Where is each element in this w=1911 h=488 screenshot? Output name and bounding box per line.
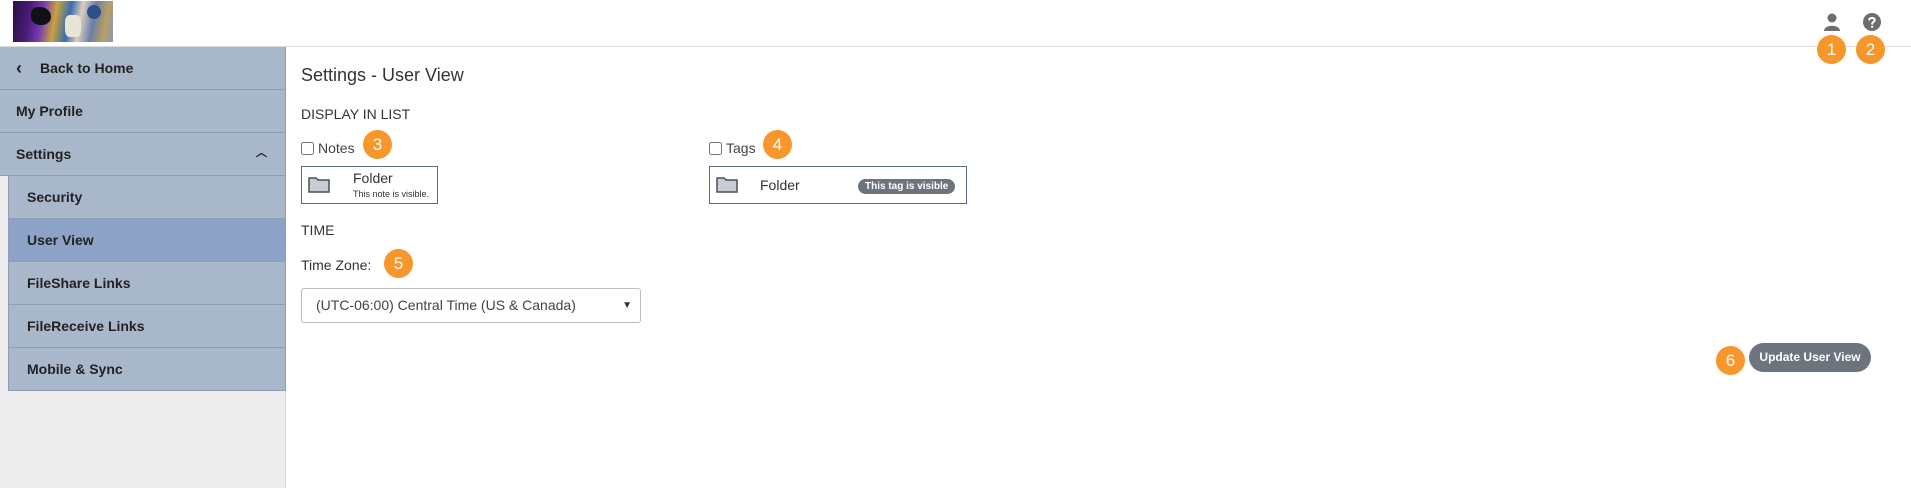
annotation-badge-6: 6 (1716, 346, 1745, 375)
tags-option[interactable]: Tags (709, 140, 756, 156)
timezone-select[interactable]: (UTC-06:00) Central Time (US & Canada) ▼ (301, 288, 641, 323)
notes-preview-note: This note is visible. (353, 189, 430, 199)
tags-checkbox[interactable] (709, 141, 722, 155)
sidebar-item-label: FileShare Links (27, 275, 131, 291)
chevron-left-icon: ‹ (16, 58, 22, 78)
help-icon[interactable] (1862, 12, 1882, 32)
update-user-view-button[interactable]: Update User View (1749, 343, 1871, 372)
sidebar-item-label: User View (27, 232, 94, 248)
sidebar-item-mobile-sync[interactable]: Mobile & Sync (8, 348, 286, 391)
notes-checkbox[interactable] (301, 141, 314, 155)
chevron-down-icon: ▼ (622, 300, 632, 311)
logo[interactable] (13, 1, 113, 42)
folder-icon (716, 177, 738, 193)
sidebar-item-label: Back to Home (40, 60, 134, 76)
timezone-label: Time Zone: (301, 257, 372, 273)
folder-icon (308, 177, 330, 193)
sidebar-item-label: Settings (16, 146, 72, 162)
notes-label: Notes (318, 140, 355, 156)
sidebar-item-my-profile[interactable]: My Profile (0, 90, 286, 133)
sidebar-item-label: My Profile (16, 103, 83, 119)
chevron-up-icon: ︿ (256, 147, 267, 159)
notes-preview-folder-name: Folder (353, 170, 393, 186)
tags-preview-folder-name: Folder (760, 177, 800, 193)
sidebar-item-user-view[interactable]: User View (8, 219, 286, 262)
user-icon[interactable] (1822, 12, 1842, 32)
display-section-heading: DISPLAY IN LIST (301, 106, 411, 122)
sidebar-item-label: FileReceive Links (27, 318, 145, 334)
sidebar-item-security[interactable]: Security (8, 176, 286, 219)
notes-option[interactable]: Notes (301, 140, 355, 156)
time-section-heading: TIME (301, 222, 335, 238)
sidebar-item-settings[interactable]: Settings ︿ (0, 133, 286, 176)
top-bar (0, 0, 1911, 47)
sidebar-item-fileshare-links[interactable]: FileShare Links (8, 262, 286, 305)
sidebar-item-label: Security (27, 189, 83, 205)
tags-label: Tags (726, 140, 756, 156)
annotation-badge-3: 3 (363, 130, 392, 159)
sidebar-item-filereceive-links[interactable]: FileReceive Links (8, 305, 286, 348)
annotation-badge-4: 4 (763, 130, 792, 159)
annotation-badge-5: 5 (384, 249, 413, 278)
main-content: Settings - User View DISPLAY IN LIST Not… (287, 47, 1911, 488)
tag-badge: This tag is visible (858, 179, 956, 194)
timezone-selected-value: (UTC-06:00) Central Time (US & Canada) (316, 297, 576, 313)
sidebar-item-label: Mobile & Sync (27, 361, 123, 377)
page-title: Settings - User View (301, 65, 464, 85)
sidebar: ‹ Back to Home My Profile Settings ︿ Sec… (0, 47, 286, 488)
sidebar-item-back-to-home[interactable]: ‹ Back to Home (0, 47, 286, 90)
tags-preview: Folder This tag is visible (709, 166, 967, 204)
notes-preview: Folder This note is visible. (301, 166, 438, 204)
